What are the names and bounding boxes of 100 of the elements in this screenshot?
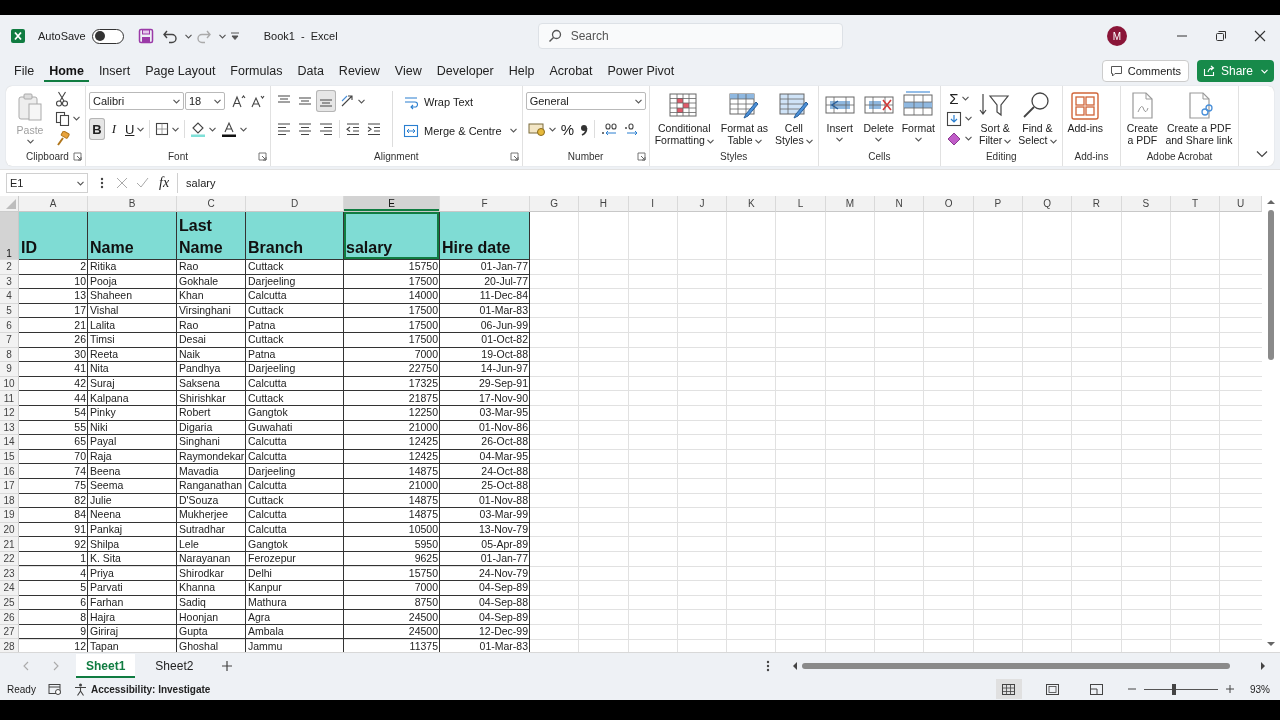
column-header[interactable]: P [973, 196, 1023, 212]
row-header[interactable]: 28 [0, 639, 19, 652]
check-icon[interactable] [136, 177, 149, 189]
caret-icon[interactable] [209, 126, 217, 132]
column-header[interactable]: I [628, 196, 678, 212]
row-header[interactable]: 19 [0, 508, 19, 523]
align-center-icon[interactable] [297, 121, 313, 137]
share-button[interactable]: Share [1196, 60, 1274, 82]
column-header[interactable]: J [677, 196, 728, 212]
more-icon[interactable] [766, 659, 770, 672]
brush-icon[interactable] [55, 131, 70, 146]
column-header[interactable]: D [246, 196, 344, 212]
find-select-button[interactable]: Find & Select [1016, 89, 1059, 146]
more-icon[interactable] [100, 176, 104, 190]
ribbon-tab[interactable]: Power Pivot [602, 60, 680, 82]
undo-icon[interactable] [161, 28, 178, 44]
column-header[interactable]: Q [1022, 196, 1073, 212]
formula-field[interactable]: salary [177, 173, 1274, 193]
customize-icon[interactable] [229, 31, 240, 41]
caret-icon[interactable] [73, 116, 80, 121]
caret-icon[interactable] [137, 126, 145, 132]
row-header[interactable]: 4 [0, 289, 19, 304]
underline-button[interactable]: U [123, 118, 147, 140]
row-header[interactable]: 23 [0, 566, 19, 582]
italic-button[interactable]: I [106, 118, 122, 140]
merge-centre-button[interactable]: Merge & Centre [401, 118, 519, 143]
column-header[interactable]: E [344, 196, 440, 212]
caret-icon[interactable] [172, 126, 180, 132]
row-header[interactable]: 26 [0, 610, 19, 625]
row-header[interactable]: 21 [0, 537, 19, 552]
sheet-tab[interactable]: Sheet2 [145, 653, 204, 678]
caret-icon[interactable] [964, 116, 972, 121]
cell-styles-button[interactable]: Cell Styles [773, 89, 815, 146]
chevron-down-icon[interactable] [1256, 150, 1268, 158]
caret-icon[interactable] [634, 98, 642, 104]
font-grow-icon[interactable] [232, 94, 246, 108]
column-header[interactable]: T [1170, 196, 1221, 212]
row-header[interactable]: 16 [0, 464, 19, 479]
comments-button[interactable]: Comments [1101, 60, 1189, 82]
column-header[interactable]: B [88, 196, 177, 212]
ribbon-tab[interactable]: View [389, 60, 427, 82]
add-sheet-icon[interactable] [221, 659, 234, 672]
align-right-icon[interactable] [318, 121, 334, 137]
accounting-icon[interactable] [527, 122, 546, 136]
column-header[interactable]: H [579, 196, 629, 212]
caret-icon[interactable] [1049, 138, 1057, 144]
ribbon-tab[interactable]: Acrobat [544, 60, 598, 82]
decrease-indent-icon[interactable] [345, 121, 361, 137]
row-header[interactable]: 1 [0, 212, 19, 260]
create-share-pdf-button[interactable]: Create a PDF and Share link [1163, 89, 1235, 146]
restore-icon[interactable] [1215, 30, 1227, 42]
column-header[interactable]: F [440, 196, 530, 212]
ribbon-tab[interactable]: Formulas [225, 60, 288, 82]
caret-icon[interactable] [77, 180, 84, 186]
font-name-field[interactable]: Calibri [89, 92, 184, 110]
column-header[interactable]: R [1072, 196, 1122, 212]
column-header[interactable]: L [776, 196, 826, 212]
comma-style-icon[interactable] [579, 122, 589, 136]
column-header[interactable]: S [1121, 196, 1171, 212]
caret-icon[interactable] [805, 138, 813, 144]
dialog-launcher-icon[interactable] [73, 152, 82, 161]
create-pdf-button[interactable]: Create a PDF [1124, 89, 1161, 146]
row-header[interactable]: 14 [0, 435, 19, 450]
name-box[interactable]: E1 [6, 173, 88, 193]
dialog-launcher-icon[interactable] [258, 152, 267, 161]
bold-button[interactable]: B [89, 118, 105, 140]
row-header[interactable]: 24 [0, 581, 19, 596]
copy-icon[interactable] [55, 111, 70, 126]
delete-button[interactable]: Delete [860, 89, 897, 142]
dialog-launcher-icon[interactable] [509, 152, 519, 161]
column-header[interactable]: A [19, 196, 88, 212]
ribbon-tab[interactable]: Review [333, 60, 385, 82]
caret-icon[interactable] [706, 138, 714, 144]
caret-icon[interactable] [964, 136, 972, 141]
increase-decimal-icon[interactable] [600, 122, 618, 136]
sheet-tab[interactable]: Sheet1 [76, 653, 136, 678]
column-header[interactable]: G [530, 196, 580, 212]
conditional-formatting-button[interactable]: Conditional Formatting [652, 89, 716, 146]
normal-view-button[interactable] [996, 679, 1022, 699]
fill-down-icon[interactable] [945, 110, 962, 127]
zoom-in-icon[interactable] [1226, 685, 1234, 693]
ribbon-tab[interactable]: Developer [431, 60, 499, 82]
ribbon-tab[interactable]: File [9, 60, 40, 82]
accessibility-status[interactable]: Accessibility: Investigate [90, 683, 211, 695]
number-format-field[interactable]: General [525, 92, 646, 110]
percent-button[interactable]: % [558, 118, 576, 140]
ribbon-tab[interactable]: Data [292, 60, 329, 82]
ribbon-tab[interactable]: Page Layout [140, 60, 221, 82]
caret-icon[interactable] [240, 126, 248, 132]
row-header[interactable]: 11 [0, 391, 19, 406]
increase-indent-icon[interactable] [366, 121, 382, 137]
dialog-launcher-icon[interactable] [636, 152, 646, 161]
borders-icon[interactable] [155, 122, 170, 136]
accessibility-icon[interactable] [73, 682, 87, 696]
caret-icon[interactable] [548, 126, 556, 132]
autosum-button[interactable]: Σ [943, 89, 974, 108]
eraser-icon[interactable] [945, 130, 962, 147]
autosave-toggle[interactable] [91, 28, 124, 44]
cut-icon[interactable] [55, 90, 69, 107]
caret-icon[interactable] [836, 137, 844, 142]
